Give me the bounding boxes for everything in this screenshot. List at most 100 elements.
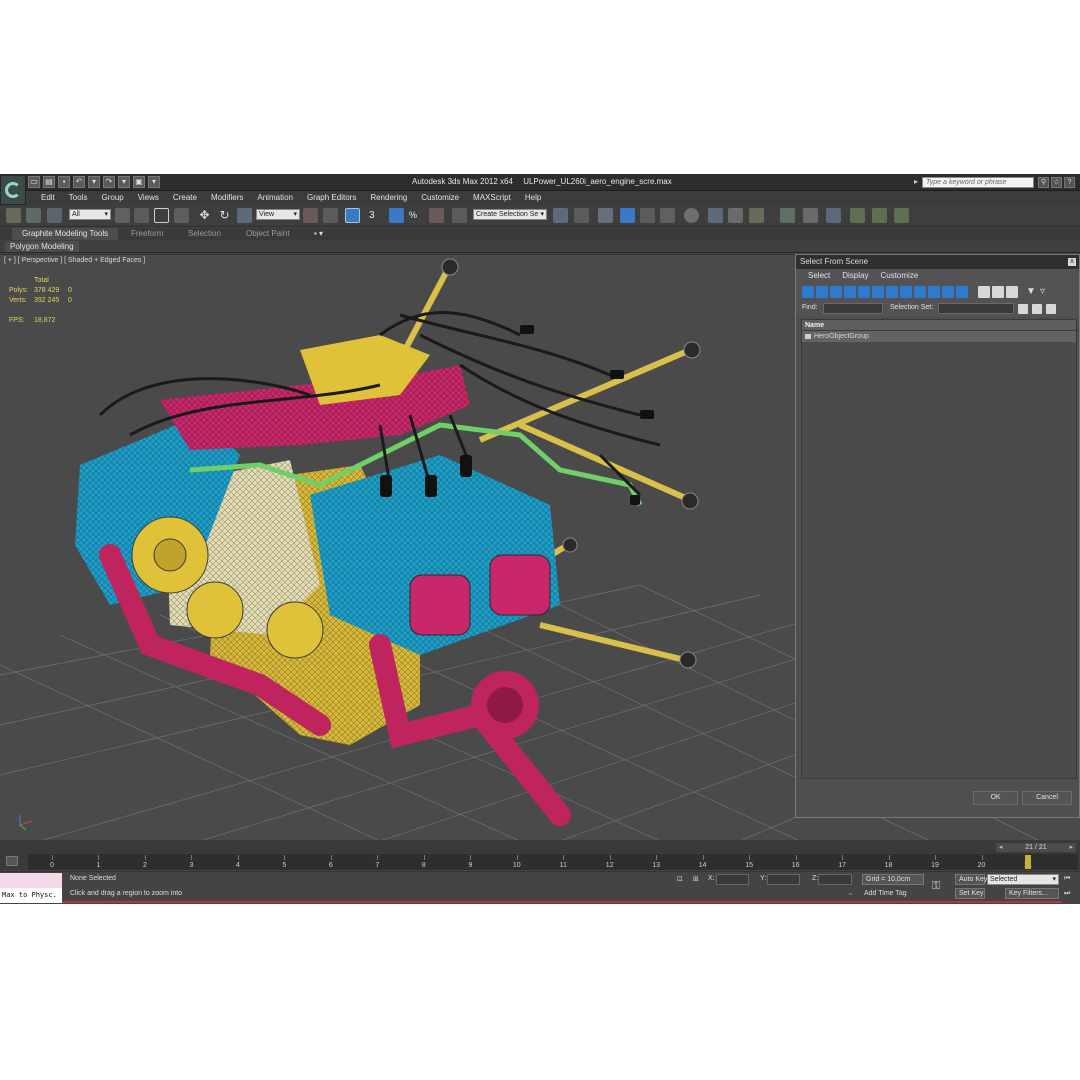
selection-filter-select[interactable]: All [69, 209, 111, 220]
snap-toggle-icon[interactable]: 3 [369, 208, 384, 223]
display-geometry-icon[interactable] [802, 286, 814, 298]
ok-button[interactable]: OK [973, 791, 1018, 805]
bind-space-warp-icon[interactable] [47, 208, 62, 223]
auto-key-button[interactable]: Auto Key [955, 874, 987, 885]
maxscript-listener[interactable]: Max to Physc. [0, 873, 62, 903]
selection-set-add-icon[interactable] [1032, 304, 1042, 314]
display-spacewarps-icon[interactable] [872, 286, 884, 298]
tab-graphite-modeling-tools[interactable]: Graphite Modeling Tools [12, 228, 119, 240]
percent-snap-icon[interactable]: % [409, 208, 424, 223]
goto-end-icon[interactable]: ⏭ [1064, 890, 1070, 898]
graphite-toggle-icon[interactable] [620, 208, 635, 223]
window-crossing-icon[interactable] [174, 208, 189, 223]
viewport-label[interactable]: [ + ] [ Perspective ] [ Shaded + Edged F… [4, 257, 145, 264]
rectangular-selection-icon[interactable] [154, 208, 169, 223]
render-production-icon[interactable] [749, 208, 764, 223]
spinner-snap-icon[interactable] [429, 208, 444, 223]
menu-animation[interactable]: Animation [250, 191, 300, 204]
key-filters-button[interactable]: Key Filters... [1005, 888, 1059, 899]
lock-selection-icon[interactable]: ⊡ [677, 875, 683, 883]
select-link-icon[interactable] [6, 208, 21, 223]
display-bones-icon[interactable] [914, 286, 926, 298]
key-mode-select[interactable]: Selected [987, 874, 1059, 885]
key-icon[interactable]: ⚿ [932, 880, 940, 893]
find-input[interactable] [823, 303, 883, 314]
align-icon[interactable] [574, 208, 589, 223]
filter-options-icon[interactable]: ▿ [1040, 286, 1052, 298]
filter-icon[interactable]: ▼ [1026, 286, 1038, 298]
display-xrefs-icon[interactable] [900, 286, 912, 298]
star-icon[interactable]: ☆ [1051, 177, 1062, 188]
menu-create[interactable]: Create [166, 191, 204, 204]
absolute-mode-icon[interactable]: ⊞ [693, 875, 699, 883]
z-coordinate-field[interactable] [818, 874, 852, 885]
new-file-icon[interactable]: ▭ [28, 176, 40, 188]
redo-icon[interactable]: ↷ [103, 176, 115, 188]
menu-rendering[interactable]: Rendering [363, 191, 414, 204]
named-selection-set-select[interactable]: Create Selection Se [473, 209, 547, 220]
unlink-icon[interactable] [26, 208, 41, 223]
add-time-tag-button[interactable]: Add Time Tag [864, 890, 907, 897]
extra-tool-6-icon[interactable] [894, 208, 909, 223]
ribbon-options-icon[interactable]: ▪ ▾ [314, 228, 323, 240]
time-slider-thumb[interactable] [1025, 855, 1031, 869]
keyword-search-input[interactable]: Type a keyword or phrase [922, 177, 1034, 188]
extra-tool-5-icon[interactable] [872, 208, 887, 223]
curve-editor-icon[interactable] [640, 208, 655, 223]
cancel-button[interactable]: Cancel [1022, 791, 1072, 805]
select-manipulate-icon[interactable] [323, 208, 338, 223]
menu-tools[interactable]: Tools [62, 191, 95, 204]
menu-edit[interactable]: Edit [34, 191, 62, 204]
display-invert-icon[interactable] [1006, 286, 1018, 298]
material-editor-icon[interactable] [684, 208, 699, 223]
redo-dropdown-icon[interactable]: ▾ [118, 176, 130, 188]
render-setup-icon[interactable] [708, 208, 723, 223]
display-cameras-icon[interactable] [844, 286, 856, 298]
x-coordinate-field[interactable] [716, 874, 749, 885]
binoculars-icon[interactable]: ⚲ [1038, 177, 1049, 188]
angle-snap-icon[interactable] [389, 208, 404, 223]
layer-manager-icon[interactable] [598, 208, 613, 223]
selection-set-remove-icon[interactable] [1046, 304, 1056, 314]
display-containers-icon[interactable] [928, 286, 940, 298]
set-key-button[interactable]: Set Key [955, 888, 985, 899]
list-item[interactable]: HeroObjectGroup [802, 331, 1076, 342]
edit-named-selection-icon[interactable] [452, 208, 467, 223]
prev-frame-icon[interactable]: ◂ [999, 843, 1003, 852]
use-pivot-icon[interactable] [303, 208, 318, 223]
goto-start-icon[interactable]: ⏮ [1064, 875, 1070, 883]
selection-set-edit-icon[interactable] [1018, 304, 1028, 314]
open-file-icon[interactable]: ▤ [43, 176, 55, 188]
quick-access-menu-icon[interactable]: ▾ [148, 176, 160, 188]
menu-modifiers[interactable]: Modifiers [204, 191, 250, 204]
select-object-icon[interactable] [115, 208, 130, 223]
extra-tool-2-icon[interactable] [803, 208, 818, 223]
tab-object-paint[interactable]: Object Paint [246, 228, 290, 240]
extra-tool-3-icon[interactable] [826, 208, 841, 223]
select-by-name-icon[interactable] [134, 208, 149, 223]
maxscript-input-area[interactable] [0, 873, 62, 888]
time-track[interactable]: 0123456789101112131415161718192021 [28, 854, 1078, 870]
undo-dropdown-icon[interactable]: ▾ [88, 176, 100, 188]
tab-selection[interactable]: Selection [188, 228, 221, 240]
time-slider[interactable]: ◂ 21 / 21 ▸ [996, 843, 1076, 852]
mirror-icon[interactable] [553, 208, 568, 223]
polygon-modeling-panel[interactable]: Polygon Modeling [5, 241, 79, 252]
keyboard-shortcut-override-icon[interactable] [345, 208, 360, 223]
display-shapes-icon[interactable] [816, 286, 828, 298]
display-all-icon[interactable] [978, 286, 990, 298]
extra-tool-4-icon[interactable] [850, 208, 865, 223]
display-helpers-icon[interactable] [858, 286, 870, 298]
move-icon[interactable]: ✥ [197, 208, 212, 223]
rotate-icon[interactable]: ↻ [217, 208, 232, 223]
next-frame-icon[interactable]: ▸ [1069, 843, 1073, 852]
display-lights-icon[interactable] [830, 286, 842, 298]
help-icon[interactable]: ? [1064, 177, 1075, 188]
open-mini-curve-editor-icon[interactable] [6, 856, 18, 866]
display-groups-icon[interactable] [886, 286, 898, 298]
menu-views[interactable]: Views [131, 191, 166, 204]
list-column-header[interactable]: Name [802, 320, 1076, 331]
display-hidden-icon[interactable] [956, 286, 968, 298]
app-logo-button[interactable] [0, 175, 26, 205]
tab-freeform[interactable]: Freeform [131, 228, 163, 240]
